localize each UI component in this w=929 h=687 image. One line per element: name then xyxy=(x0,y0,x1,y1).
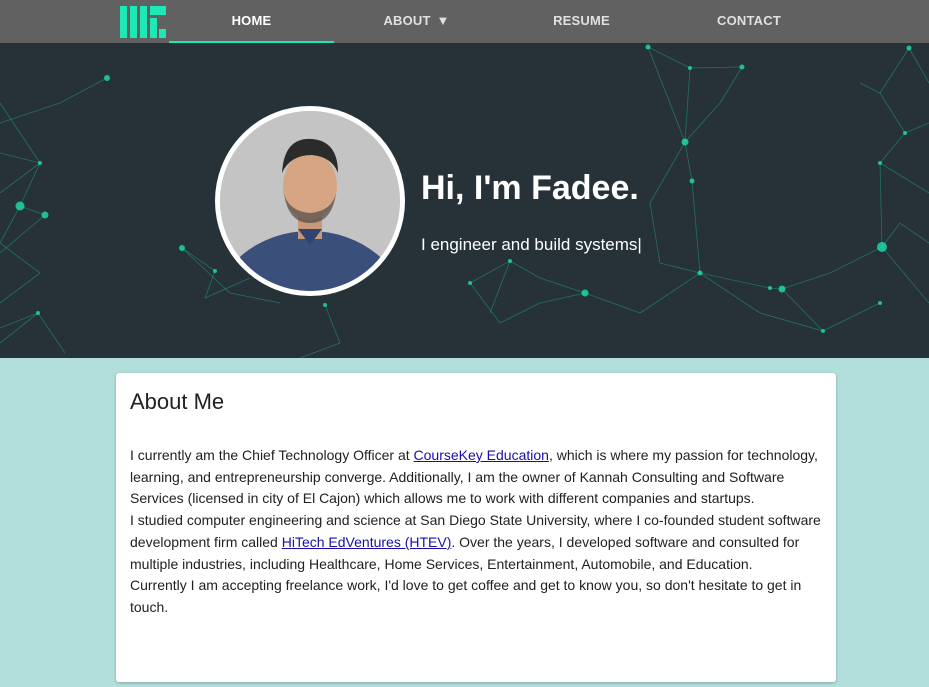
profile-portrait-image xyxy=(220,111,400,291)
about-heading: About Me xyxy=(130,389,225,414)
site-logo[interactable] xyxy=(120,6,166,38)
top-navbar: HOME ABOUT ▼ RESUME CONTACT xyxy=(0,0,929,43)
hero-banner: Hi, I'm Fadee. I engineer and build syst… xyxy=(0,43,929,358)
nav-home[interactable]: HOME xyxy=(169,0,334,43)
about-p1-text-a: I currently am the Chief Technology Offi… xyxy=(130,447,414,463)
nav-about[interactable]: ABOUT ▼ xyxy=(334,0,499,43)
about-paragraph-1: I currently am the Chief Technology Offi… xyxy=(130,445,822,510)
nav-resume-label: RESUME xyxy=(553,13,610,28)
nav-home-label: HOME xyxy=(231,13,272,28)
about-paragraph-2: I studied computer engineering and scien… xyxy=(130,510,822,575)
hero-subtitle: I engineer and build systems| xyxy=(421,235,642,254)
nav-contact[interactable]: CONTACT xyxy=(664,0,834,43)
about-card: About Me I currently am the Chief Techno… xyxy=(116,373,836,682)
profile-photo xyxy=(215,106,405,296)
nav-about-label: ABOUT xyxy=(383,13,431,28)
hero-title: Hi, I'm Fadee. xyxy=(421,169,639,207)
nav-resume[interactable]: RESUME xyxy=(499,0,664,43)
coursekey-link[interactable]: CourseKey Education xyxy=(414,447,549,463)
nav-contact-label: CONTACT xyxy=(717,13,781,28)
caret-down-icon: ▼ xyxy=(436,13,450,28)
about-paragraph-3: Currently I am accepting freelance work,… xyxy=(130,577,802,615)
htev-link[interactable]: HiTech EdVentures (HTEV) xyxy=(282,534,452,550)
